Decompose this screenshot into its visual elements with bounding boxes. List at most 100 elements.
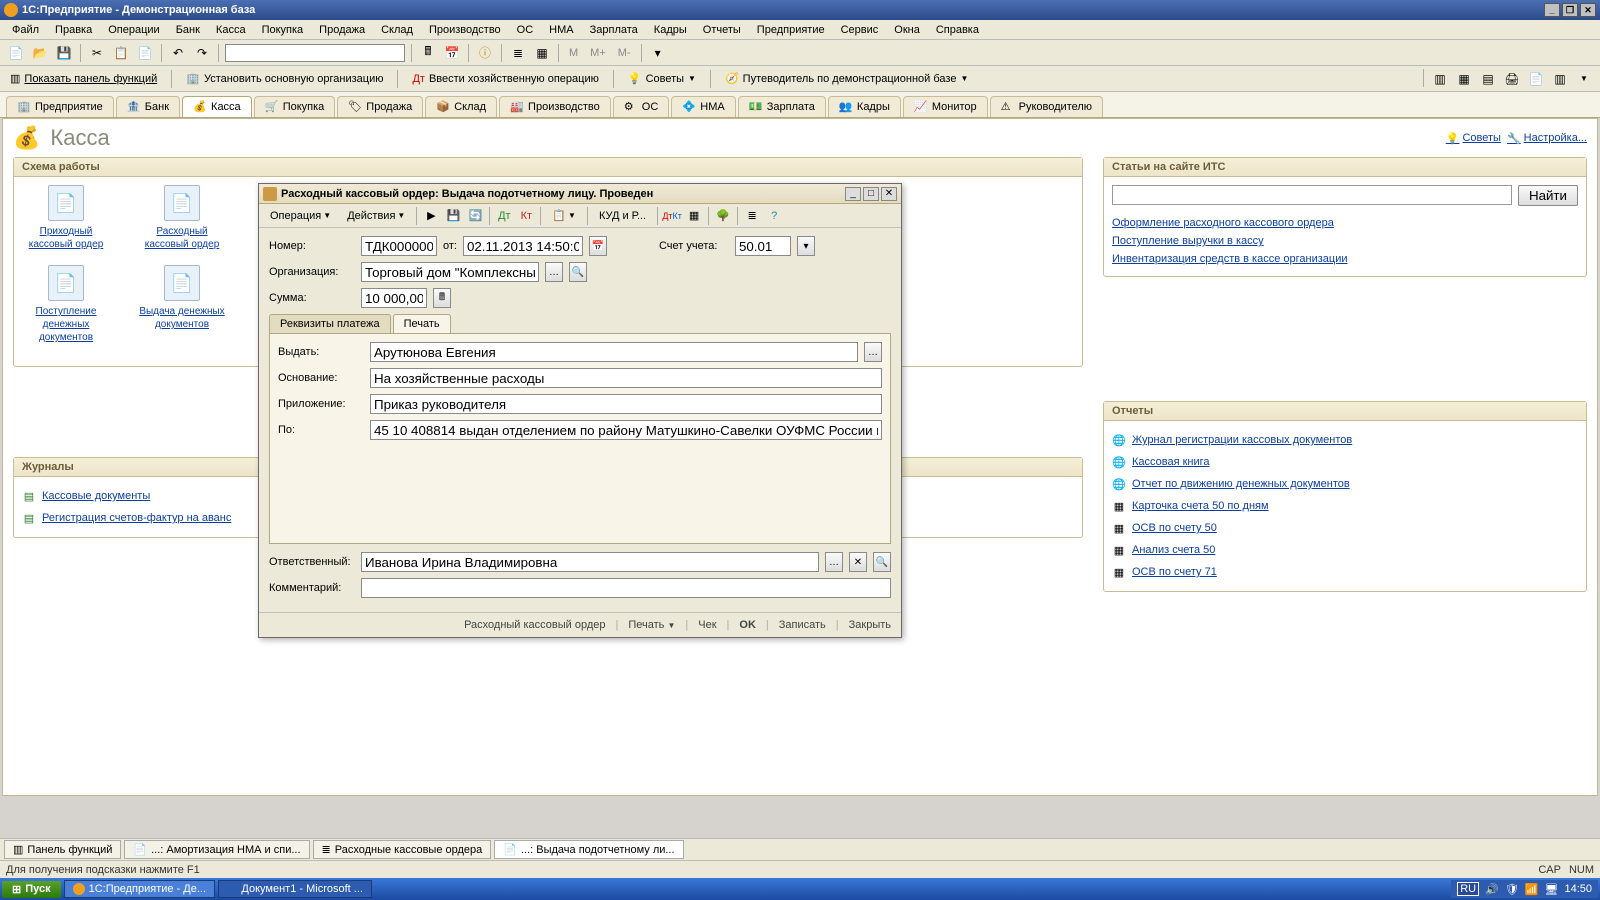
copy-icon[interactable]: 📋 [111, 43, 131, 63]
restore-button[interactable]: ❐ [1562, 3, 1578, 17]
menu-production[interactable]: Производство [423, 22, 507, 38]
tray-icon-3[interactable]: 📶 [1525, 883, 1539, 896]
menu-service[interactable]: Сервис [835, 22, 885, 38]
list-icon[interactable]: ≣ [742, 206, 762, 226]
wtab-amort[interactable]: 📄...: Амортизация НМА и спи... [124, 840, 309, 859]
tab-monitor[interactable]: 📈Монитор [903, 96, 988, 117]
org-select-button[interactable]: … [545, 262, 563, 282]
tab-hr[interactable]: 👥Кадры [828, 96, 901, 117]
by-field[interactable] [370, 420, 882, 440]
tray-icon-2[interactable]: 🛡 [1505, 883, 1519, 896]
operation-dropdown[interactable]: Операция▼ [263, 207, 338, 225]
tab-salary[interactable]: 💵Зарплата [738, 96, 826, 117]
tab-os[interactable]: ⚙ОС [613, 96, 670, 117]
menu-file[interactable]: Файл [6, 22, 45, 38]
report-link-2[interactable]: Отчет по движению денежных документов [1132, 475, 1350, 493]
tab-enterprise[interactable]: 🏢Предприятие [6, 96, 114, 117]
menu-operations[interactable]: Операции [102, 22, 165, 38]
date-field[interactable] [463, 236, 583, 256]
responsible-select-button[interactable]: … [825, 552, 843, 572]
tab-payment-details[interactable]: Реквизиты платежа [269, 314, 391, 333]
tree-icon[interactable]: 🌳 [713, 206, 733, 226]
tab-print[interactable]: Печать [393, 314, 451, 333]
lang-indicator[interactable]: RU [1457, 882, 1479, 896]
grid-icon[interactable]: ▦ [532, 43, 552, 63]
menu-enterprise[interactable]: Предприятие [751, 22, 831, 38]
report-link-3[interactable]: Карточка счета 50 по дням [1132, 497, 1269, 515]
schema-money-in[interactable]: 📄Поступление денежных документов [22, 265, 110, 344]
account-dropdown-button[interactable]: ▾ [797, 236, 815, 256]
refresh-icon[interactable]: 🔄 [465, 206, 485, 226]
right-icon-4[interactable]: 🖨 [1502, 69, 1522, 89]
calc-icon[interactable]: 🖩 [418, 43, 438, 63]
start-button[interactable]: ⊞Пуск [2, 881, 61, 898]
menu-edit[interactable]: Правка [49, 22, 98, 38]
wtab-rko-list[interactable]: ≣Расходные кассовые ордера [313, 840, 492, 859]
dialog-maximize-button[interactable]: □ [863, 187, 879, 201]
tab-sale[interactable]: 🏷Продажа [337, 96, 423, 117]
tab-warehouse[interactable]: 📦Склад [425, 96, 497, 117]
wtab-panel[interactable]: ▥Панель функций [4, 840, 121, 859]
schema-money-out[interactable]: 📄Выдача денежных документов [138, 265, 226, 344]
menu-hr[interactable]: Кадры [648, 22, 693, 38]
new-icon[interactable]: 📄 [6, 43, 26, 63]
struct-icon[interactable]: ▦ [684, 206, 704, 226]
menu-kassa[interactable]: Касса [210, 22, 252, 38]
responsible-open-button[interactable]: 🔍 [873, 552, 891, 572]
right-icon-5[interactable]: 📄 [1526, 69, 1546, 89]
footer-rko-link[interactable]: Расходный кассовый ордер [464, 619, 605, 631]
menu-warehouse[interactable]: Склад [375, 22, 419, 38]
open-icon[interactable]: 📂 [30, 43, 50, 63]
right-icon-3[interactable]: ▤ [1478, 69, 1498, 89]
org-open-button[interactable]: 🔍 [569, 262, 587, 282]
report-link-4[interactable]: ОСВ по счету 50 [1132, 519, 1217, 537]
tab-purchase[interactable]: 🛒Покупка [254, 96, 336, 117]
responsible-field[interactable] [361, 552, 819, 572]
close-button[interactable]: ✕ [1580, 3, 1596, 17]
report-link-0[interactable]: Журнал регистрации кассовых документов [1132, 431, 1352, 449]
save-icon[interactable]: 💾 [443, 206, 463, 226]
tips-link[interactable]: 💡Советы [1446, 132, 1501, 145]
report-link-1[interactable]: Кассовая книга [1132, 453, 1210, 471]
number-field[interactable] [361, 236, 437, 256]
report-link-6[interactable]: ОСВ по счету 71 [1132, 563, 1217, 581]
save-icon[interactable]: 💾 [54, 43, 74, 63]
tab-kassa[interactable]: 💰Касса [182, 96, 252, 117]
basedon-dropdown[interactable]: 📋▼ [545, 206, 583, 225]
its-search-input[interactable] [1112, 185, 1512, 205]
taskbar-item-word[interactable]: WДокумент1 - Microsoft ... [218, 880, 372, 898]
kud-button[interactable]: КУД и Р... [592, 207, 653, 225]
menu-sale[interactable]: Продажа [313, 22, 371, 38]
dialog-close-button[interactable]: ✕ [881, 187, 897, 201]
menu-bank[interactable]: Банк [170, 22, 206, 38]
calendar-button[interactable]: 📅 [589, 236, 607, 256]
taskbar-item-1c[interactable]: 1С:Предприятие - Де... [64, 880, 215, 898]
tray-icon-1[interactable]: 🔊 [1485, 883, 1499, 896]
footer-check-link[interactable]: Чек [698, 619, 716, 631]
issue-to-select-button[interactable]: … [864, 342, 882, 362]
menu-reports[interactable]: Отчеты [697, 22, 747, 38]
menu-os[interactable]: ОС [511, 22, 540, 38]
its-link-0[interactable]: Оформление расходного кассового ордера [1112, 214, 1578, 232]
tab-production[interactable]: 🏭Производство [499, 96, 611, 117]
right-icon-1[interactable]: ▥ [1430, 69, 1450, 89]
responsible-clear-button[interactable]: ✕ [849, 552, 867, 572]
actions-dropdown[interactable]: Действия▼ [340, 207, 412, 225]
dropdown-icon[interactable]: ▾ [648, 43, 668, 63]
its-link-2[interactable]: Инвентаризация средств в кассе организац… [1112, 250, 1578, 268]
org-field[interactable] [361, 262, 539, 282]
tab-bank[interactable]: 🏦Банк [116, 96, 180, 117]
menu-purchase[interactable]: Покупка [256, 22, 310, 38]
enter-operation-button[interactable]: ДтВвести хозяйственную операцию [408, 71, 602, 87]
report-link-5[interactable]: Анализ счета 50 [1132, 541, 1215, 559]
tips-button[interactable]: 💡Советы▼ [624, 70, 700, 87]
calc-button[interactable]: 🖩 [433, 288, 451, 308]
post-icon[interactable]: ▶ [421, 206, 441, 226]
footer-print-dropdown[interactable]: Печать ▼ [628, 619, 675, 631]
schema-rko[interactable]: 📄Расходный кассовый ордер [138, 185, 226, 251]
dt-icon[interactable]: Дт [494, 206, 514, 226]
menu-windows[interactable]: Окна [888, 22, 926, 38]
account-field[interactable] [735, 236, 791, 256]
close-button[interactable]: Закрыть [849, 619, 891, 631]
wtab-rko-doc[interactable]: 📄...: Выдача подотчетному ли... [494, 840, 683, 859]
